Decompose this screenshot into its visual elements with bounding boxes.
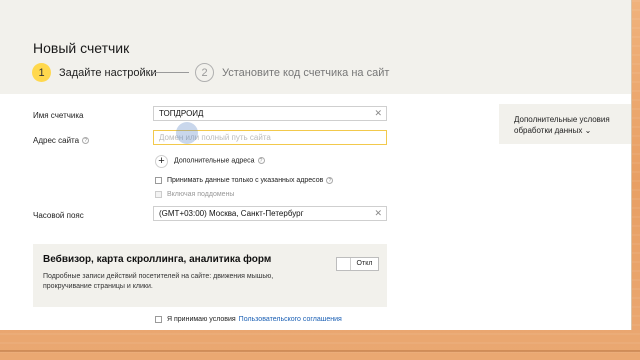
extra-conditions-label: Дополнительные условия обработки данных (514, 115, 610, 135)
page-title: Новый счетчик (33, 40, 130, 56)
user-agreement-link[interactable]: Пользовательского соглашения (239, 316, 342, 323)
additional-addresses-label: Дополнительные адреса (174, 157, 255, 165)
toggle-label: Откл (356, 260, 373, 267)
counter-form-panel: Новый счетчик 1 Задайте настройки 2 Уста… (0, 0, 632, 330)
counter-name-label: Имя счетчика (33, 111, 84, 120)
chevron-down-icon: ⌄ (584, 126, 592, 135)
additional-addresses-link[interactable]: Дополнительные адреса? (174, 157, 265, 164)
counter-name-value: ТОПДРОИД (159, 109, 204, 118)
site-address-label-row: Адрес сайта? (33, 136, 90, 145)
counter-name-input[interactable]: ТОПДРОИД ✕ (153, 106, 387, 121)
help-icon[interactable]: ? (257, 157, 265, 164)
step-connector (152, 72, 189, 73)
step-2[interactable]: 2 Установите код счетчика на сайт (195, 63, 389, 82)
subdomains-row: Включая поддомены (155, 191, 234, 198)
step-2-number: 2 (195, 63, 214, 82)
header: Новый счетчик 1 Задайте настройки 2 Уста… (0, 0, 631, 94)
agreement-row[interactable]: Я принимаю условия Пользовательского сог… (155, 316, 342, 323)
webvisor-card: Вебвизор, карта скроллинга, аналитика фо… (33, 244, 387, 307)
extra-conditions-dropdown[interactable]: Дополнительные условия обработки данных … (499, 104, 631, 144)
webvisor-toggle[interactable]: Откл (336, 257, 379, 271)
only-listed-row[interactable]: Принимать данные только с указанных адре… (155, 177, 334, 184)
timezone-select[interactable]: (GMT+03:00) Москва, Санкт-Петербург ✕ (153, 206, 387, 221)
webvisor-description: Подробные записи действий посетителей на… (43, 273, 274, 290)
help-icon[interactable]: ? (326, 177, 334, 184)
clear-icon[interactable]: ✕ (374, 107, 382, 120)
step-1-number: 1 (32, 63, 51, 82)
only-listed-label: Принимать данные только с указанных адре… (167, 177, 324, 184)
step-1: 1 Задайте настройки (32, 63, 157, 82)
agreement-prefix: Я принимаю условия (167, 316, 236, 323)
subdomains-label: Включая поддомены (167, 191, 235, 198)
help-icon[interactable]: ? (82, 137, 90, 145)
site-address-label: Адрес сайта (33, 136, 80, 145)
plus-icon[interactable]: + (155, 155, 168, 168)
webvisor-title: Вебвизор, карта скроллинга, аналитика фо… (43, 254, 272, 265)
subdomains-checkbox (155, 191, 162, 198)
toggle-knob (337, 258, 351, 270)
cursor-highlight (176, 122, 198, 144)
extra-conditions-text: Дополнительные условия обработки данных … (514, 114, 631, 136)
timezone-value: (GMT+03:00) Москва, Санкт-Петербург (159, 209, 304, 218)
agreement-checkbox[interactable] (155, 316, 162, 323)
clear-icon[interactable]: ✕ (374, 207, 382, 220)
step-2-label: Установите код счетчика на сайт (222, 66, 390, 79)
only-listed-checkbox[interactable] (155, 177, 162, 184)
timezone-label: Часовой пояс (33, 211, 84, 220)
step-1-label: Задайте настройки (59, 66, 157, 79)
